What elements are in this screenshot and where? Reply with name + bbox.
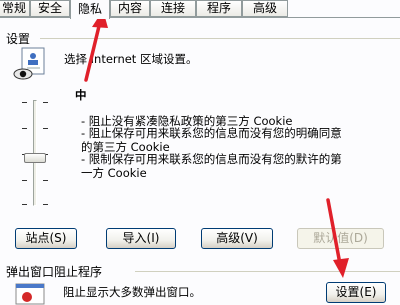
slider-tick (43, 102, 48, 103)
tab-divider (0, 17, 400, 18)
import-button[interactable]: 导入(I) (106, 228, 176, 249)
slider-tick (43, 128, 48, 129)
tab-security[interactable]: 安全 (30, 0, 70, 17)
slider-tick (22, 102, 27, 103)
popup-description: 阻止显示大多数弹出窗口。 (63, 285, 201, 299)
tab-connections[interactable]: 连接 (150, 0, 196, 17)
privacy-level-title: 中 (75, 88, 87, 102)
tab-content[interactable]: 内容 (110, 0, 150, 17)
slider-tick (43, 180, 48, 181)
slider-tick (22, 128, 27, 129)
slider-tick (43, 204, 48, 205)
slider-tick (22, 180, 27, 181)
settings-group-label: 设置 (6, 32, 31, 46)
settings-description: 选择 Internet 区域设置。 (64, 52, 198, 66)
privacy-bullet-3: - 限制保存可用来联系您的信息而没有您的默许的第 一方 Cookie (81, 152, 342, 180)
arrow-to-privacy-tab (84, 10, 108, 82)
tab-advanced[interactable]: 高级 (242, 0, 288, 17)
popup-blocker-group-label: 弹出窗口阻止程序 (6, 265, 103, 279)
privacy-document-eye-icon (13, 47, 45, 80)
popup-blocker-icon (15, 283, 45, 305)
settings-group-divider (40, 38, 400, 39)
default-button[interactable]: 默认值(D) (297, 228, 384, 249)
tab-general[interactable]: 常规 (0, 0, 30, 17)
slider-thumb[interactable] (24, 153, 46, 163)
tab-programs[interactable]: 程序 (196, 0, 242, 17)
tab-strip: 常规 安全 内容 连接 程序 高级 隐私 (0, 0, 400, 19)
slider-tick (22, 204, 27, 205)
advanced-button[interactable]: 高级(V) (201, 228, 273, 249)
privacy-bullet-2: - 阻止保存可用来联系您的信息而没有您的明确同意 的第三方 Cookie (81, 126, 342, 154)
privacy-level-slider[interactable] (16, 90, 56, 220)
sites-button[interactable]: 站点(S) (15, 228, 77, 249)
tab-privacy[interactable]: 隐私 (70, 0, 110, 19)
popup-group-divider (135, 271, 400, 272)
